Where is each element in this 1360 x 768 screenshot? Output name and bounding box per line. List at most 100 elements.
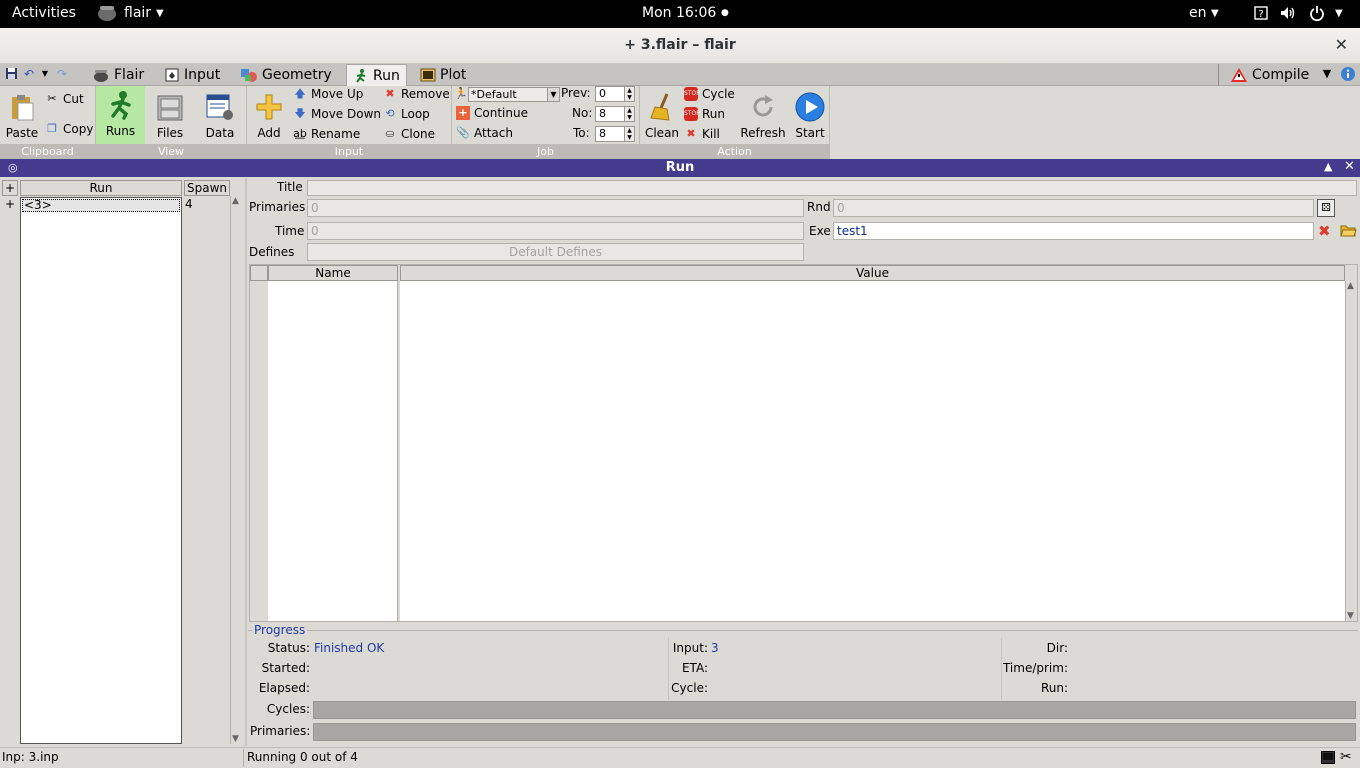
defines-header-corner bbox=[250, 265, 268, 281]
defines-name-column[interactable] bbox=[268, 281, 398, 621]
data-icon bbox=[206, 94, 233, 120]
ribbon-group-view: Runs Files Data View bbox=[96, 86, 247, 159]
to-spinbox[interactable]: 8 ▲ ▼ bbox=[595, 126, 635, 142]
scroll-down-icon[interactable]: ▼ bbox=[232, 734, 239, 744]
stop-cycle-button[interactable]: STOP Cycle bbox=[684, 85, 735, 103]
undo-history-chevron-icon[interactable]: ▼ bbox=[38, 67, 52, 81]
help-icon[interactable]: ? bbox=[1254, 6, 1268, 24]
app-menu-chevron-icon[interactable]: ▼ bbox=[156, 8, 164, 19]
table-row[interactable]: <3> bbox=[22, 199, 180, 212]
runs-list-scrollbar[interactable]: ▲ ▼ bbox=[230, 196, 242, 744]
language-chevron-icon[interactable]: ▼ bbox=[1211, 8, 1219, 19]
defines-scrollbar[interactable]: ▲ ▼ bbox=[1345, 281, 1357, 621]
defines-header-value[interactable]: Value bbox=[400, 265, 1345, 281]
scroll-down-icon[interactable]: ▼ bbox=[1347, 611, 1354, 621]
remove-button[interactable]: ✖ Remove bbox=[383, 85, 449, 103]
tab-label: Flair bbox=[114, 67, 145, 83]
power-icon[interactable] bbox=[1309, 5, 1325, 25]
no-spinbox[interactable]: 8 ▲ ▼ bbox=[595, 106, 635, 122]
clock[interactable]: Mon 16:06 bbox=[642, 5, 716, 21]
tab-input[interactable]: Input bbox=[158, 64, 226, 86]
info-icon[interactable] bbox=[1340, 66, 1356, 82]
refresh-button[interactable]: Refresh bbox=[739, 90, 787, 142]
tab-label: Plot bbox=[440, 67, 467, 83]
scroll-up-icon[interactable]: ▲ bbox=[232, 196, 239, 206]
cut-button[interactable]: ✂ Cut bbox=[45, 90, 83, 108]
clone-label: Clone bbox=[401, 127, 436, 141]
random-seed-icon[interactable]: ⚄ bbox=[1317, 199, 1335, 217]
activities-button[interactable]: Activities bbox=[12, 5, 76, 21]
spin-arrows-icon[interactable]: ▲ ▼ bbox=[624, 127, 634, 141]
list-header-run[interactable]: Run bbox=[20, 180, 182, 196]
remove-x-icon: ✖ bbox=[385, 87, 395, 100]
time-input[interactable]: 0 bbox=[307, 222, 804, 240]
attach-button[interactable]: 📎 Attach bbox=[456, 124, 513, 142]
exe-input[interactable]: test1 bbox=[833, 222, 1314, 240]
open-folder-icon[interactable] bbox=[1340, 222, 1357, 241]
default-defines-button[interactable]: Default Defines bbox=[307, 243, 804, 261]
primaries-input[interactable]: 0 bbox=[307, 199, 804, 217]
panel-maximize-icon[interactable]: ▲ bbox=[1324, 160, 1332, 173]
runs-view-button[interactable]: Runs bbox=[96, 86, 145, 144]
prev-spinbox[interactable]: 0 ▲ ▼ bbox=[595, 86, 635, 102]
paste-label: Paste bbox=[5, 126, 39, 140]
flair-pot-icon bbox=[94, 70, 108, 82]
runs-list[interactable]: <3> bbox=[20, 197, 182, 744]
clear-exe-icon[interactable]: ✖ bbox=[1318, 222, 1331, 240]
move-down-button[interactable]: 🡇 Move Down bbox=[293, 105, 381, 123]
files-view-button[interactable]: Files bbox=[148, 90, 192, 142]
window-close-button[interactable]: ✕ bbox=[1335, 35, 1348, 54]
clean-button[interactable]: Clean bbox=[640, 90, 684, 142]
tab-geometry[interactable]: Geometry bbox=[234, 64, 338, 86]
list-header-expand[interactable]: + bbox=[2, 180, 18, 196]
app-menu-label[interactable]: flair bbox=[124, 5, 151, 21]
queue-select[interactable]: 🏃 *Default ▼ bbox=[454, 86, 560, 102]
paperclip-icon: 📎 bbox=[456, 126, 470, 139]
compile-label: Compile bbox=[1252, 67, 1310, 83]
title-input[interactable] bbox=[307, 180, 1357, 196]
cycles-label: Cycles: bbox=[266, 702, 310, 716]
paste-button[interactable]: Paste bbox=[0, 90, 44, 142]
status-input-file: Inp: 3.inp bbox=[2, 750, 59, 764]
spawn-column: 4 bbox=[184, 197, 230, 743]
compile-button[interactable]: Compile bbox=[1224, 64, 1315, 86]
loop-button[interactable]: ⟲ Loop bbox=[383, 105, 429, 123]
spin-arrows-icon[interactable]: ▲ ▼ bbox=[624, 87, 634, 101]
language-indicator[interactable]: en bbox=[1189, 5, 1207, 21]
add-button[interactable]: Add bbox=[247, 90, 291, 142]
rnd-input[interactable]: 0 bbox=[833, 199, 1314, 217]
list-header-spawn[interactable]: Spawn bbox=[184, 180, 230, 196]
queue-dropdown-icon[interactable]: ▼ bbox=[548, 86, 560, 102]
app-menu-icon[interactable] bbox=[96, 3, 118, 27]
cycle-label: Cycle: bbox=[671, 681, 708, 695]
tab-plot[interactable]: Plot bbox=[414, 64, 472, 86]
clone-button[interactable]: ⛀ Clone bbox=[383, 125, 435, 143]
rename-button[interactable]: a͟b Rename bbox=[293, 125, 360, 143]
defines-value-column[interactable] bbox=[400, 281, 1345, 621]
panel-close-icon[interactable]: ✕ bbox=[1344, 159, 1355, 174]
spin-arrows-icon[interactable]: ▲ ▼ bbox=[624, 107, 634, 121]
redo-icon[interactable]: ↷ bbox=[55, 67, 69, 81]
scroll-up-icon[interactable]: ▲ bbox=[1347, 281, 1354, 291]
tab-run[interactable]: Run bbox=[346, 64, 407, 86]
undo-icon[interactable]: ↶ bbox=[22, 67, 36, 81]
kill-button[interactable]: ✖ Kill bbox=[684, 125, 719, 143]
stop-run-button[interactable]: STOP Run bbox=[684, 105, 725, 123]
copy-button[interactable]: ❐ Copy bbox=[45, 120, 93, 138]
row-expander-icon[interactable]: + bbox=[5, 197, 15, 211]
tools-icon[interactable]: ✂ bbox=[1340, 749, 1352, 765]
compile-dropdown-chevron-icon[interactable]: ▼ bbox=[1320, 67, 1334, 81]
system-menu-chevron-icon[interactable]: ▼ bbox=[1335, 8, 1343, 19]
volume-icon[interactable] bbox=[1280, 6, 1296, 24]
tab-label: Input bbox=[184, 67, 221, 83]
splitter[interactable] bbox=[245, 178, 247, 746]
continue-button[interactable]: + Continue bbox=[456, 104, 528, 122]
start-button[interactable]: Start bbox=[788, 90, 832, 142]
data-view-button[interactable]: Data bbox=[198, 90, 242, 142]
defines-header-name[interactable]: Name bbox=[268, 265, 398, 281]
terminal-icon[interactable] bbox=[1321, 751, 1335, 767]
save-icon[interactable] bbox=[4, 67, 18, 81]
move-up-button[interactable]: 🡅 Move Up bbox=[293, 85, 363, 103]
tab-flair[interactable]: Flair bbox=[86, 64, 150, 86]
started-label: Started: bbox=[261, 661, 310, 675]
